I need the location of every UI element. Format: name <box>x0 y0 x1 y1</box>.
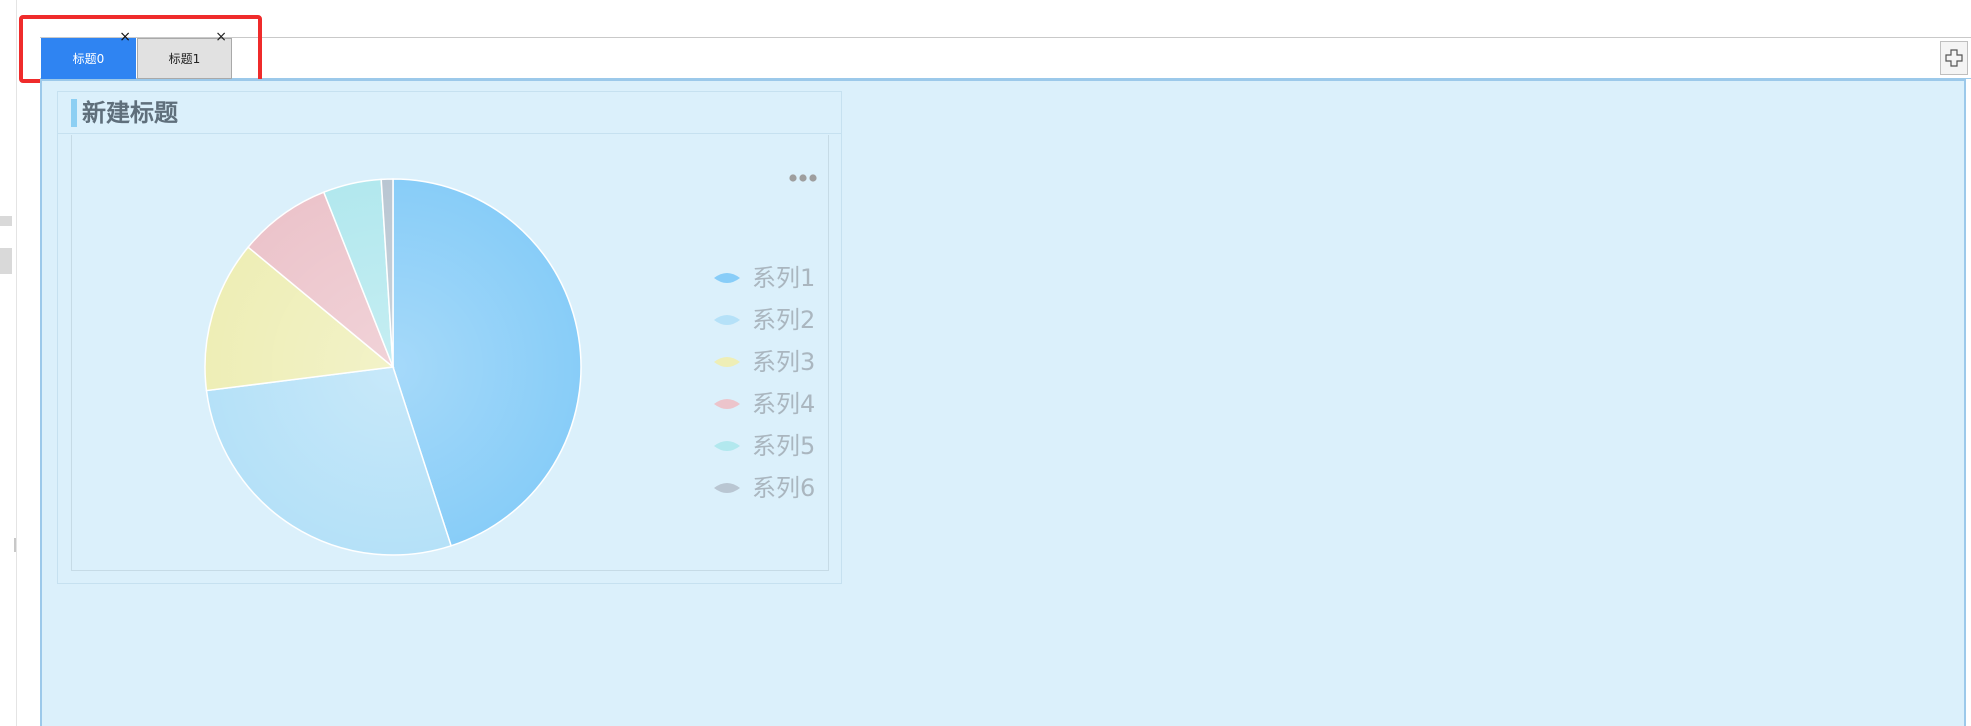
close-icon[interactable]: × <box>215 27 227 47</box>
dashboard-canvas: 新建标题 系列1 系列2 系列3 系列4 系列5 系列6 <box>40 79 1966 726</box>
sidebar-marker <box>0 216 12 226</box>
legend-item[interactable]: 系列6 <box>714 467 815 509</box>
legend-item[interactable]: 系列1 <box>714 257 815 299</box>
legend-marker <box>714 399 740 409</box>
plus-icon <box>1945 49 1963 67</box>
legend-label: 系列6 <box>752 474 816 502</box>
legend-label: 系列4 <box>752 390 816 418</box>
tab-title0[interactable]: 标题0 × <box>41 29 136 79</box>
legend-item[interactable]: 系列3 <box>714 341 815 383</box>
tab-title1[interactable]: 标题1 × <box>137 29 232 79</box>
chart-legend: 系列1 系列2 系列3 系列4 系列5 系列6 <box>714 257 815 509</box>
sidebar-marker <box>0 248 12 274</box>
pie-chart <box>204 178 582 556</box>
left-sidebar-strip <box>0 0 17 726</box>
tab-label: 标题1 <box>168 52 201 66</box>
legend-label: 系列5 <box>752 432 816 460</box>
legend-item[interactable]: 系列5 <box>714 425 815 467</box>
legend-item[interactable]: 系列2 <box>714 299 815 341</box>
more-icon[interactable] <box>788 172 818 184</box>
legend-label: 系列1 <box>752 264 816 292</box>
legend-item[interactable]: 系列4 <box>714 383 815 425</box>
legend-marker <box>714 441 740 451</box>
add-tab-button[interactable] <box>1940 41 1968 75</box>
tab-label: 标题0 <box>72 52 105 66</box>
title-accent-bar <box>71 99 77 127</box>
widget-title: 新建标题 <box>82 99 178 127</box>
legend-marker <box>714 315 740 325</box>
widget-header: 新建标题 <box>58 92 841 134</box>
tab-bar: 标题0 × 标题1 × <box>40 29 1971 79</box>
legend-label: 系列3 <box>752 348 816 376</box>
chart-widget[interactable]: 新建标题 系列1 系列2 系列3 系列4 系列5 系列6 <box>57 91 842 584</box>
legend-label: 系列2 <box>752 306 816 334</box>
legend-marker <box>714 273 740 283</box>
legend-marker <box>714 357 740 367</box>
resize-handle[interactable] <box>14 538 16 552</box>
close-icon[interactable]: × <box>119 27 131 47</box>
legend-marker <box>714 483 740 493</box>
